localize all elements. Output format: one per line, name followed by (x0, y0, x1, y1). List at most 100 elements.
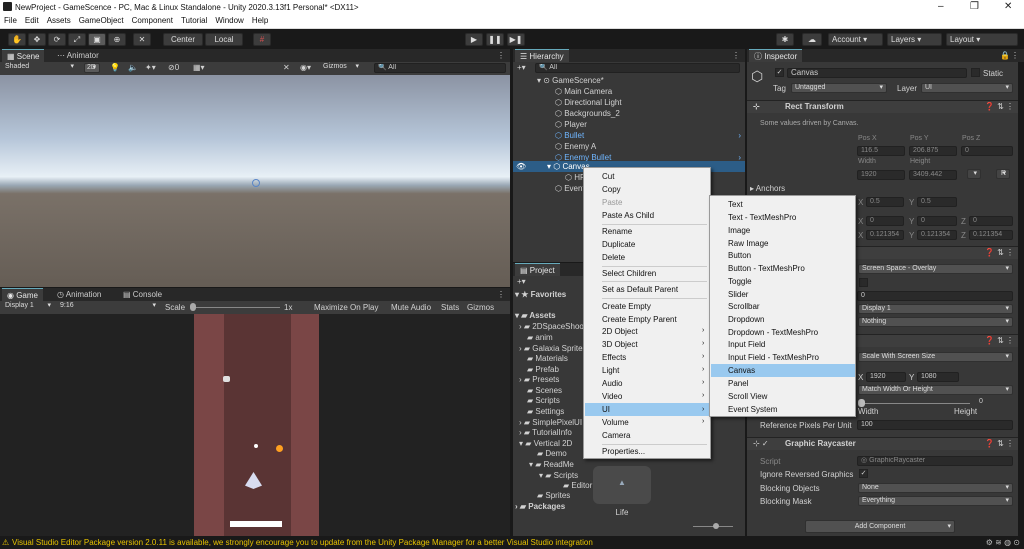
minimize-icon[interactable]: – (938, 1, 944, 12)
menu-gameobject[interactable]: GameObject (75, 15, 128, 26)
scene-viewport[interactable] (0, 75, 510, 287)
match-value-field[interactable]: 0 (976, 398, 1013, 408)
submenu-item-panel[interactable]: Panel (728, 377, 748, 390)
pause-button[interactable]: ❚❚ (486, 33, 504, 46)
account-dropdown[interactable]: Account ▾ (828, 33, 883, 46)
status-message[interactable]: Visual Studio Editor Package version 2.0… (12, 536, 593, 549)
screen-match-mode-dropdown[interactable]: Match Width Or Height (858, 385, 1013, 395)
render-mode-dropdown[interactable]: Screen Space - Overlay (858, 264, 1013, 274)
hierarchy-item-bullet[interactable]: ⬡ Bullet › (513, 130, 745, 141)
tab-project[interactable]: ▤ Project (515, 263, 560, 276)
menu-item-camera[interactable]: Camera (602, 429, 630, 442)
menu-item-set-default-parent[interactable]: Set as Default Parent (602, 283, 678, 296)
menu-item-video[interactable]: Video (602, 390, 622, 403)
scale-y-field[interactable]: 0.121354 (917, 230, 957, 240)
pos-y-field[interactable]: 206.875 (909, 146, 957, 156)
ref-ppu-field[interactable]: 100 (857, 420, 1013, 430)
scale-x-field[interactable]: 0.121354 (866, 230, 904, 240)
scale-slider-handle[interactable] (190, 303, 196, 311)
pivot-x-field[interactable]: 0.5 (866, 197, 904, 207)
light-icon[interactable]: 💡 (110, 63, 120, 72)
match-slider[interactable] (862, 403, 970, 404)
grid-icon[interactable]: ▦▾ (193, 63, 205, 72)
submenu-item-text-tmp[interactable]: Text - TextMeshPro (728, 211, 796, 224)
submenu-item-image[interactable]: Image (728, 224, 750, 237)
menu-tutorial[interactable]: Tutorial (177, 15, 211, 26)
custom-tool-icon[interactable]: ✕ (133, 33, 151, 46)
more-icon[interactable]: ⋮ (497, 51, 505, 60)
menu-item-paste[interactable]: Paste (602, 196, 622, 209)
object-name-input[interactable]: Canvas (787, 68, 967, 78)
display-dropdown[interactable]: Display 1 (2, 302, 54, 312)
project-folder[interactable]: › ▰ TutorialInfo (519, 427, 572, 438)
2d-toggle[interactable]: 2D (84, 63, 100, 73)
submenu-item-scrollbar[interactable]: Scrollbar (728, 300, 760, 313)
submenu-item-button[interactable]: Button (728, 249, 751, 262)
menu-item-paste-as-child[interactable]: Paste As Child (602, 209, 654, 222)
rotate-tool-icon[interactable]: ⟳ (48, 33, 66, 46)
tab-inspector[interactable]: ⓘ Inspector (749, 49, 803, 62)
static-checkbox[interactable] (971, 68, 980, 77)
cloud-icon[interactable]: ☁ (802, 33, 822, 46)
menu-item-light[interactable]: Light (602, 364, 619, 377)
more-icon[interactable]: ⋮ (497, 290, 505, 299)
project-favorites[interactable]: ▾ ★ Favorites (515, 289, 566, 300)
blocking-mask-dropdown[interactable]: Everything (858, 496, 1013, 506)
scene-search-input[interactable]: 🔍 All (374, 63, 506, 73)
project-folder[interactable]: ▰ anim (527, 332, 553, 343)
layer-dropdown[interactable]: UI (921, 83, 1013, 93)
menu-item-properties[interactable]: Properties... (602, 445, 645, 458)
height-field[interactable]: 3409.442 (909, 170, 957, 180)
shading-dropdown[interactable]: Shaded (2, 63, 77, 73)
pivot-center-button[interactable]: Center (163, 33, 203, 46)
pos-x-field[interactable]: 116.5 (857, 146, 905, 156)
transform-tool-icon[interactable]: ⊕ (108, 33, 126, 46)
scale-z-field[interactable]: 0.121354 (969, 230, 1013, 240)
ref-res-y-field[interactable]: 1080 (917, 372, 959, 382)
canvas-scaler-header[interactable]: ❓ ⇅ ⋮ (855, 334, 1018, 347)
submenu-item-dropdown[interactable]: Dropdown (728, 313, 764, 326)
hierarchy-item-directional-light[interactable]: ⬡ Directional Light (513, 97, 745, 108)
menu-item-volume[interactable]: Volume (602, 416, 629, 429)
additional-channels-dropdown[interactable]: Nothing (858, 317, 1013, 327)
hidden-objects-icon[interactable]: ⊘0 (168, 63, 179, 72)
project-folder[interactable]: ▰ Materials (527, 353, 568, 364)
anchors-foldout[interactable]: ▸ Anchors (750, 184, 785, 193)
blocking-objects-dropdown[interactable]: None (858, 483, 1013, 493)
submenu-item-text[interactable]: Text (728, 198, 743, 211)
submenu-item-input-field-tmp[interactable]: Input Field - TextMeshPro (728, 351, 819, 364)
menu-edit[interactable]: Edit (21, 15, 43, 26)
project-folder[interactable]: ▰ Settings (527, 406, 564, 417)
grid-snap-icon[interactable]: # (253, 33, 271, 46)
submenu-item-canvas[interactable]: Canvas (711, 364, 855, 377)
game-gizmos-dropdown[interactable]: Gizmos (467, 303, 494, 312)
ref-res-x-field[interactable]: 1920 (866, 372, 906, 382)
camera-icon[interactable]: ◉▾ (300, 63, 311, 72)
menu-item-rename[interactable]: Rename (602, 225, 632, 238)
maximize-on-play-toggle[interactable]: Maximize On Play (314, 303, 378, 312)
menu-window[interactable]: Window (211, 15, 247, 26)
stats-toggle[interactable]: Stats (441, 303, 459, 312)
hand-tool-icon[interactable]: ✋ (8, 33, 26, 46)
hierarchy-item-backgrounds[interactable]: ⬡ Backgrounds_2 (513, 108, 745, 119)
menu-assets[interactable]: Assets (43, 15, 75, 26)
graphic-raycaster-header[interactable]: ⊹ ✓ Graphic Raycaster ❓ ⇅ ⋮ (747, 437, 1018, 450)
play-button[interactable]: ▶ (465, 33, 483, 46)
layers-dropdown[interactable]: Layers ▾ (887, 33, 942, 46)
mute-audio-toggle[interactable]: Mute Audio (391, 303, 431, 312)
tab-animator[interactable]: ⋯ Animator (52, 49, 104, 62)
rot-y-field[interactable]: 0 (917, 216, 957, 226)
menu-item-select-children[interactable]: Select Children (602, 267, 656, 280)
tab-console[interactable]: ▤ Console (118, 288, 167, 301)
rect-tool-icon[interactable]: ▣ (88, 33, 106, 46)
menu-item-duplicate[interactable]: Duplicate (602, 238, 635, 251)
project-packages[interactable]: › ▰ Packages (515, 501, 565, 512)
collab-icon[interactable]: ✱ (776, 33, 794, 46)
project-folder[interactable]: ▾ ▰ ReadMe (529, 459, 574, 470)
layout-dropdown[interactable]: Layout ▾ (946, 33, 1018, 46)
project-folder[interactable]: › ▰ Presets (519, 374, 559, 385)
fx-icon[interactable]: ✦▾ (145, 63, 156, 72)
project-folder[interactable]: ▰ Scripts (527, 395, 560, 406)
hierarchy-item-enemy-a[interactable]: ⬡ Enemy A (513, 141, 745, 152)
pivot-y-field[interactable]: 0.5 (917, 197, 957, 207)
